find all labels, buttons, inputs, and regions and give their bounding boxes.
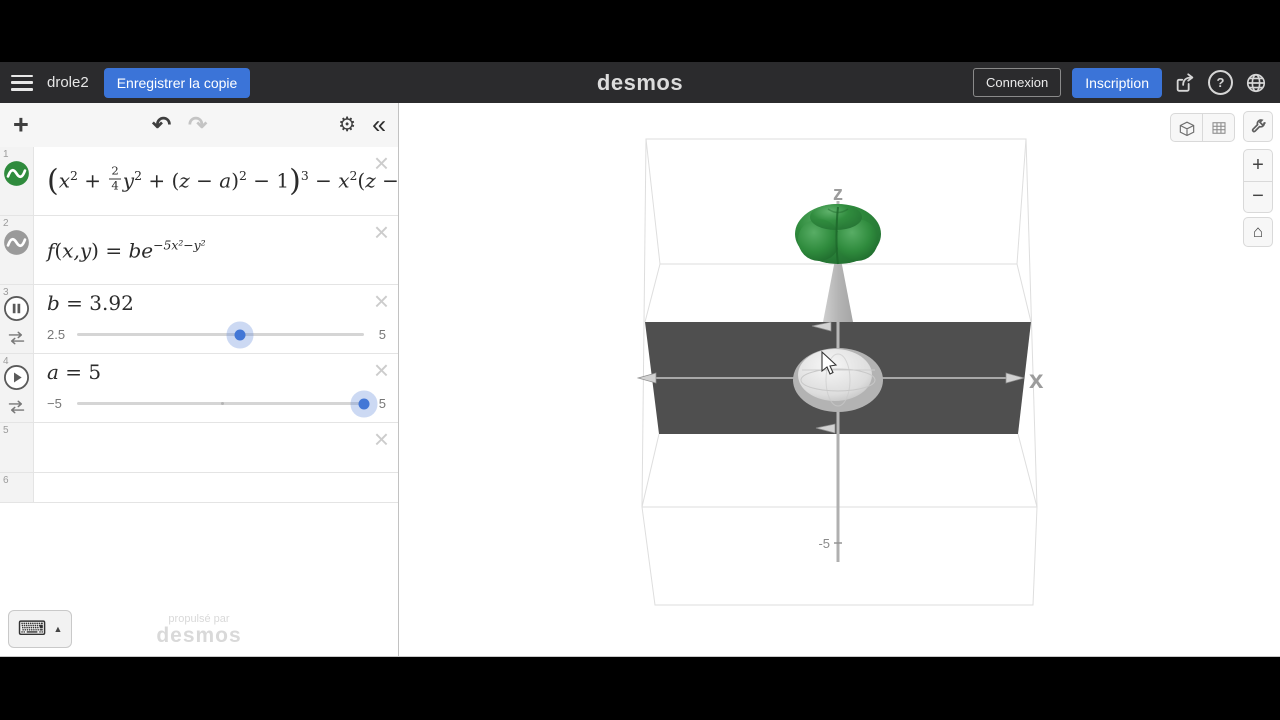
- expression-panel: + ↶ ↷ ⚙ « 1 (x2 + 24y: [0, 103, 399, 656]
- zoom-out-button[interactable]: −: [1244, 182, 1272, 213]
- zoom-in-button[interactable]: +: [1244, 150, 1272, 181]
- desmos-logo: desmos: [597, 70, 683, 96]
- expression-content-1[interactable]: (x2 + 24y2 + (z − a)2 − 1)3 − x2(z − a) …: [34, 147, 398, 215]
- z-axis-tick-label: -5: [818, 536, 830, 551]
- slider-min-label[interactable]: −5: [47, 396, 62, 411]
- expression-formula-1[interactable]: (x2 + 24y2 + (z − a)2 − 1)3 − x2(z − a): [47, 164, 398, 199]
- slider-max-label[interactable]: 5: [379, 396, 386, 411]
- slider-midpoint-tick: [221, 402, 224, 405]
- expression-gutter-2[interactable]: 2: [0, 216, 34, 284]
- graph-settings-wrench-icon[interactable]: [1243, 111, 1273, 142]
- slider-track[interactable]: [77, 402, 364, 405]
- 3d-scene: z x -5: [399, 103, 1280, 656]
- z-axis-label: z: [833, 183, 843, 205]
- play-slider-icon[interactable]: [3, 364, 30, 391]
- expression-row-6[interactable]: 6: [0, 473, 398, 503]
- expression-row-3[interactable]: 3 b = 3.92 × 2.: [0, 285, 398, 354]
- settings-gear-icon[interactable]: ⚙: [338, 115, 356, 135]
- slider-a: −5 5: [47, 395, 386, 411]
- document-title[interactable]: drole2: [47, 74, 89, 91]
- close-icon[interactable]: ×: [374, 357, 389, 383]
- letterbox-top: [0, 0, 1280, 62]
- view-mode-toggle: [1170, 113, 1235, 142]
- letterbox-bottom: [0, 656, 1280, 720]
- view-3d-cube-icon[interactable]: [1171, 114, 1202, 141]
- zoom-controls: + −: [1243, 149, 1273, 213]
- header-bar: drole2 Enregistrer la copie desmos Conne…: [0, 62, 1280, 103]
- slider-min-label[interactable]: 2.5: [47, 327, 65, 342]
- desmos-app: drole2 Enregistrer la copie desmos Conne…: [0, 0, 1280, 720]
- close-icon[interactable]: ×: [374, 219, 389, 245]
- row-number: 6: [3, 475, 9, 486]
- login-button[interactable]: Connexion: [973, 68, 1061, 97]
- green-surface: [795, 204, 881, 264]
- row-number: 2: [3, 218, 9, 229]
- add-expression-icon[interactable]: +: [13, 112, 29, 139]
- z-axis-lower: [834, 434, 842, 562]
- redo-icon: ↷: [188, 114, 207, 137]
- close-icon[interactable]: ×: [374, 150, 389, 176]
- expression-row-4[interactable]: 4 a = 5 × −5 5: [0, 354, 398, 423]
- expression-gutter-1[interactable]: 1: [0, 147, 34, 215]
- pause-slider-icon[interactable]: [3, 295, 30, 322]
- expression-content-4[interactable]: a = 5 × −5 5: [34, 354, 398, 422]
- signup-button[interactable]: Inscription: [1072, 68, 1162, 98]
- slider-max-label[interactable]: 5: [379, 327, 386, 342]
- expression-row-5[interactable]: 5 ×: [0, 423, 398, 473]
- row-number: 5: [3, 425, 9, 436]
- header-actions: Connexion Inscription ?: [973, 68, 1268, 98]
- share-icon[interactable]: [1173, 71, 1197, 95]
- show-keyboard-button[interactable]: ⌨ ▲: [8, 610, 72, 648]
- view-2d-grid-icon[interactable]: [1203, 114, 1234, 141]
- slider-value-b[interactable]: b = 3.92: [47, 291, 134, 315]
- home-view-button[interactable]: ⌂: [1243, 217, 1273, 247]
- menu-icon[interactable]: [11, 75, 33, 91]
- main-area: + ↶ ↷ ⚙ « 1 (x2 + 24y: [0, 103, 1280, 656]
- ellipsoid-surface: [793, 348, 883, 412]
- expression-content-3[interactable]: b = 3.92 × 2.5 5: [34, 285, 398, 353]
- expression-content-2[interactable]: f(x,y) = be−5x²−y² ×: [34, 216, 398, 284]
- expression-row-2[interactable]: 2 f(x,y) = be−5x²−y² ×: [0, 216, 398, 285]
- expression-gutter-3[interactable]: 3: [0, 285, 34, 353]
- expression-content-6[interactable]: [34, 473, 398, 502]
- slider-handle-a[interactable]: [359, 398, 370, 409]
- close-icon[interactable]: ×: [374, 288, 389, 314]
- home-icon: ⌂: [1253, 222, 1263, 242]
- slider-track[interactable]: [77, 333, 364, 336]
- slider-b: 2.5 5: [47, 326, 386, 342]
- help-icon[interactable]: ?: [1208, 70, 1233, 95]
- row-number: 1: [3, 149, 9, 160]
- loop-mode-icon[interactable]: [6, 398, 27, 416]
- expression-gutter-6[interactable]: 6: [0, 473, 34, 502]
- x-axis-arrow-left: [638, 373, 656, 383]
- slider-handle-b[interactable]: [235, 329, 246, 340]
- collapse-panel-icon[interactable]: «: [372, 113, 386, 138]
- surface-visibility-icon-gray[interactable]: [3, 229, 30, 256]
- expression-row-1[interactable]: 1 (x2 + 24y2 + (z − a)2 − 1)3 − x2(z − a…: [0, 147, 398, 216]
- slider-value-a[interactable]: a = 5: [47, 360, 101, 384]
- language-globe-icon[interactable]: [1244, 71, 1268, 95]
- graph-canvas[interactable]: z x -5: [399, 103, 1280, 656]
- expression-list: 1 (x2 + 24y2 + (z − a)2 − 1)3 − x2(z − a…: [0, 147, 398, 503]
- close-icon[interactable]: ×: [374, 426, 389, 452]
- expression-gutter-4[interactable]: 4: [0, 354, 34, 422]
- expression-formula-2[interactable]: f(x,y) = be−5x²−y²: [47, 238, 206, 263]
- save-copy-button[interactable]: Enregistrer la copie: [104, 68, 251, 98]
- x-axis-label: x: [1029, 364, 1044, 394]
- surface-visibility-icon-green[interactable]: [3, 160, 30, 187]
- expression-toolbar: + ↶ ↷ ⚙ «: [0, 103, 398, 148]
- loop-mode-icon[interactable]: [6, 329, 27, 347]
- expression-content-5[interactable]: ×: [34, 423, 398, 472]
- undo-icon[interactable]: ↶: [152, 114, 171, 137]
- caret-up-icon: ▲: [53, 624, 62, 634]
- expression-gutter-5[interactable]: 5: [0, 423, 34, 472]
- keyboard-icon: ⌨: [18, 619, 47, 639]
